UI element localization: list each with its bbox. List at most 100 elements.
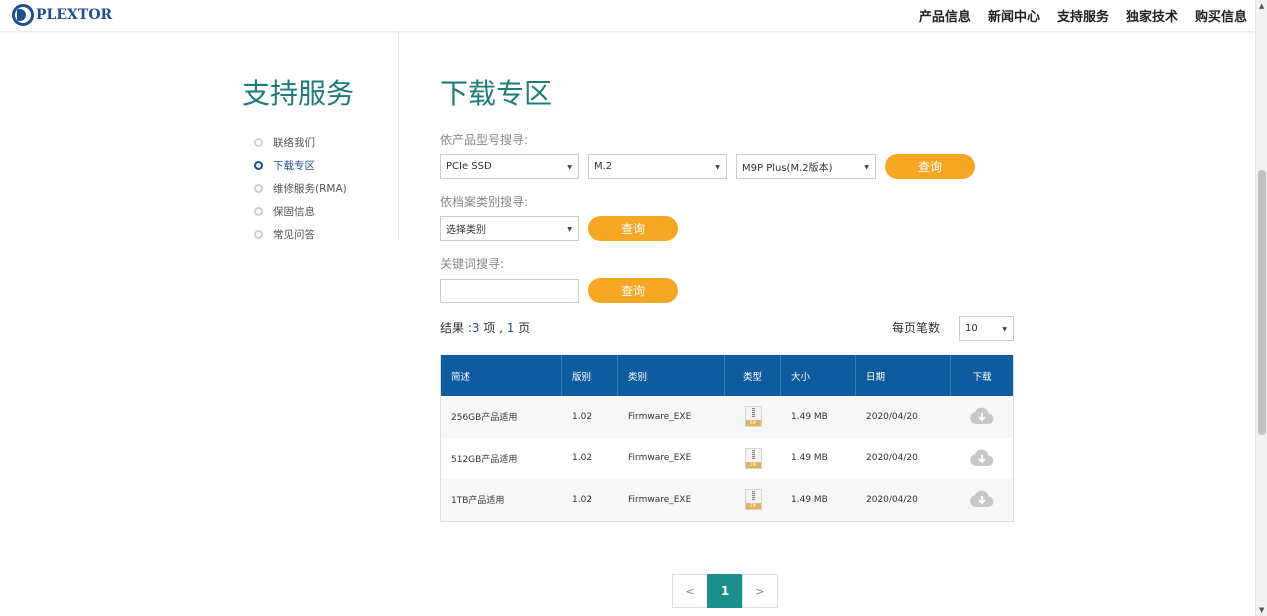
sidebar-divider	[398, 31, 399, 241]
cell-version: 1.02	[572, 411, 593, 422]
cell-size: 1.49 MB	[791, 453, 828, 464]
cell-description: 1TB产品适用	[451, 496, 505, 507]
cell-type	[725, 396, 781, 438]
cell-size: 1.49 MB	[791, 411, 828, 422]
sidebar-item-faq[interactable]: 常见问答	[254, 223, 347, 246]
plextor-logo[interactable]: PLEXTOR	[12, 3, 112, 27]
results-mid: 项 ,	[479, 321, 507, 335]
sidebar-item-warranty[interactable]: 保固信息	[254, 200, 347, 223]
cell-download	[951, 438, 1013, 480]
column-header: 日期	[856, 355, 951, 396]
sidebar-item-rma[interactable]: 维修服务(RMA)	[254, 177, 347, 200]
sidebar-item-contact[interactable]: 联络我们	[254, 131, 347, 154]
page-number-button[interactable]: 1	[707, 574, 743, 608]
table-row: 1TB产品适用 1.02 Firmware_EXE 1.49 MB 2020/0…	[441, 479, 1013, 521]
category-search-label: 依档案类别搜寻:	[440, 195, 529, 209]
scroll-down-icon[interactable]: ▼	[1259, 606, 1264, 614]
column-header: 下载	[972, 371, 992, 383]
product-search-button[interactable]: 查询	[885, 154, 975, 179]
chevron-down-icon: ▼	[1002, 326, 1007, 333]
cell-size: 1.49 MB	[791, 494, 828, 505]
results-prefix: 结果 :	[440, 321, 472, 335]
bullet-icon	[254, 207, 263, 216]
table-row: 256GB产品适用 1.02 Firmware_EXE 1.49 MB 2020…	[441, 396, 1013, 438]
sidebar-menu: 联络我们 下载专区 维修服务(RMA) 保固信息 常见问答	[254, 131, 347, 246]
chevron-down-icon: ▼	[567, 164, 572, 171]
logo-text: PLEXTOR	[36, 7, 113, 23]
results-suffix: 页	[514, 321, 531, 335]
cell-description: 256GB产品适用	[451, 413, 518, 424]
chevron-down-icon: ▼	[567, 226, 572, 233]
sidebar-item-downloads[interactable]: 下载专区	[254, 154, 347, 177]
category-search-button[interactable]: 查询	[588, 216, 678, 241]
cell-date: 2020/04/20	[866, 494, 918, 505]
pagination: < 1 >	[672, 574, 778, 608]
scroll-up-icon[interactable]: ▲	[1259, 2, 1264, 10]
table-row: 512GB产品适用 1.02 Firmware_EXE 1.49 MB 2020…	[441, 438, 1013, 480]
select-value: M9P Plus(M.2版本)	[742, 163, 833, 174]
nav-item-support[interactable]: 支持服务	[1057, 6, 1109, 25]
nav-item-purchase[interactable]: 购买信息	[1195, 6, 1247, 25]
scrollbar-thumb[interactable]	[1258, 170, 1266, 435]
sidebar-item-label: 保固信息	[273, 206, 315, 218]
cell-version: 1.02	[572, 453, 593, 464]
per-page-label: 每页笔数	[892, 321, 941, 335]
select-value: 10	[965, 323, 978, 334]
keyword-search-button[interactable]: 查询	[588, 278, 678, 303]
select-value: 选择类别	[446, 225, 486, 236]
bullet-icon	[254, 138, 263, 147]
nav-item-technology[interactable]: 独家技术	[1126, 6, 1178, 25]
cell-description: 512GB产品适用	[451, 454, 518, 465]
sidebar-item-label: 维修服务(RMA)	[273, 183, 347, 195]
sidebar-item-label: 联络我们	[273, 137, 315, 149]
sidebar-item-label: 常见问答	[273, 229, 315, 241]
per-page-select[interactable]: 10 ▼	[959, 316, 1014, 341]
cloud-download-icon[interactable]	[969, 407, 995, 426]
model-select[interactable]: M9P Plus(M.2版本) ▼	[736, 154, 876, 179]
results-summary: 结果 :3 项 , 1 页	[440, 319, 530, 336]
cell-version: 1.02	[572, 494, 593, 505]
column-header: 简述	[441, 355, 562, 396]
bullet-icon	[254, 161, 263, 170]
sidebar-title: 支持服务	[242, 77, 355, 110]
chevron-down-icon: ▼	[715, 164, 720, 171]
product-search-label: 依产品型号搜寻:	[440, 133, 529, 147]
cell-type	[725, 438, 781, 480]
cell-download	[951, 479, 1013, 521]
chevron-down-icon: ▼	[864, 164, 869, 171]
form-factor-select[interactable]: M.2 ▼	[588, 154, 727, 179]
results-count: 3	[471, 321, 480, 335]
cell-category: Firmware_EXE	[628, 411, 692, 422]
select-value: M.2	[594, 161, 613, 172]
bullet-icon	[254, 184, 263, 193]
table-header: 简述 版别 类别 类型 大小 日期 下载	[441, 355, 1013, 396]
product-line-select[interactable]: PCIe SSD ▼	[440, 154, 579, 179]
zip-file-icon	[744, 489, 762, 511]
top-navbar: PLEXTOR 产品信息 新闻中心 支持服务 独家技术 购买信息	[0, 0, 1255, 31]
nav-item-news[interactable]: 新闻中心	[988, 6, 1040, 25]
column-header: 类别	[618, 355, 725, 396]
cloud-download-icon[interactable]	[969, 449, 995, 468]
cloud-download-icon[interactable]	[969, 490, 995, 509]
downloads-table: 简述 版别 类别 类型 大小 日期 下载 256GB产品适用 1.02 Firm…	[440, 355, 1014, 522]
zip-file-icon	[744, 406, 762, 428]
cell-download	[951, 396, 1013, 438]
page: PLEXTOR 产品信息 新闻中心 支持服务 独家技术 购买信息 支持服务 联络…	[0, 0, 1267, 616]
keyword-input[interactable]	[440, 279, 579, 303]
category-select[interactable]: 选择类别 ▼	[440, 216, 579, 241]
zip-file-icon	[744, 447, 762, 469]
select-value: PCIe SSD	[446, 161, 492, 172]
table-body: 256GB产品适用 1.02 Firmware_EXE 1.49 MB 2020…	[441, 396, 1013, 521]
cell-type	[725, 479, 781, 521]
page-scrollbar[interactable]: ▲ ▼	[1255, 0, 1267, 616]
bullet-icon	[254, 230, 263, 239]
column-header: 版别	[562, 355, 618, 396]
cell-category: Firmware_EXE	[628, 494, 692, 505]
prev-page-button[interactable]: <	[672, 574, 708, 608]
sidebar-item-label: 下载专区	[273, 160, 315, 172]
cell-date: 2020/04/20	[866, 411, 918, 422]
column-header: 大小	[781, 355, 856, 396]
nav-item-products[interactable]: 产品信息	[919, 6, 971, 25]
next-page-button[interactable]: >	[742, 574, 778, 608]
cell-date: 2020/04/20	[866, 453, 918, 464]
